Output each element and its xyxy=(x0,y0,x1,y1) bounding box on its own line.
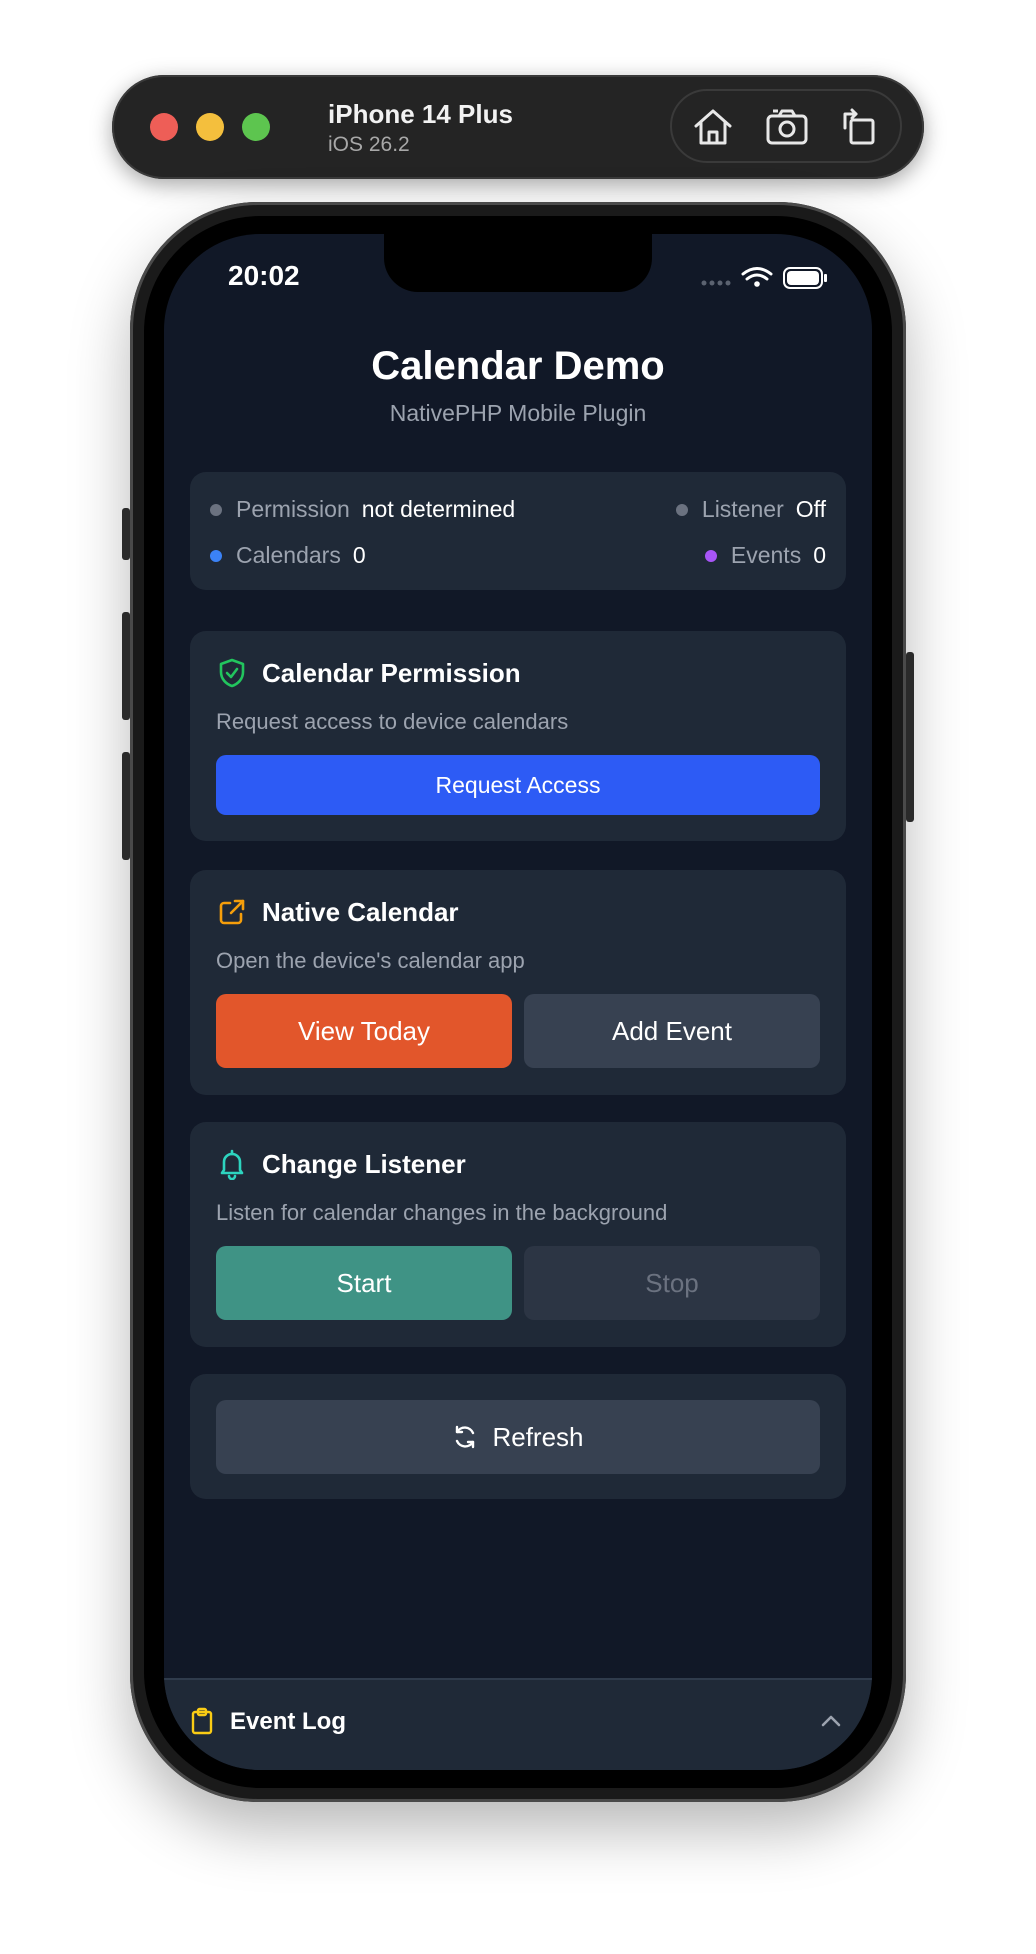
change-listener-card: Change Listener Listen for calendar chan… xyxy=(190,1122,846,1347)
calendar-permission-card: Calendar Permission Request access to de… xyxy=(190,631,846,841)
permission-status: Permission not determined xyxy=(210,496,515,523)
listener-status-dot xyxy=(675,503,688,516)
native-calendar-card: Native Calendar Open the device's calend… xyxy=(190,870,846,1095)
app-screen: 20:02 Calendar Demo NativePHP Mobile Plu… xyxy=(164,234,872,1770)
calendars-count-label: Calendars xyxy=(236,542,341,568)
chevron-up-icon[interactable] xyxy=(820,1714,842,1728)
device-name: iPhone 14 Plus xyxy=(328,99,513,129)
clipboard-icon xyxy=(191,1707,213,1735)
screenshot-icon xyxy=(766,109,808,145)
os-version: iOS 26.2 xyxy=(328,133,410,156)
simulator-toolbar: iPhone 14 Plus iOS 26.2 xyxy=(112,75,924,179)
home-icon xyxy=(694,109,732,145)
wifi-icon xyxy=(741,267,773,287)
change-listener-title: Change Listener xyxy=(262,1148,466,1179)
native-calendar-description: Open the device's calendar app xyxy=(216,948,525,973)
refresh-icon xyxy=(456,1425,475,1449)
battery-icon xyxy=(783,267,827,289)
rotate-icon xyxy=(843,108,875,145)
zoom-window-button[interactable] xyxy=(242,113,270,141)
add-event-button[interactable]: Add Event xyxy=(524,994,820,1068)
calendars-count-dot xyxy=(210,549,222,562)
calendar-permission-title: Calendar Permission xyxy=(262,657,521,688)
close-window-button[interactable] xyxy=(150,113,178,141)
request-access-button[interactable]: Request Access xyxy=(216,755,820,815)
events-count-label: Events xyxy=(730,542,802,568)
start-listener-button[interactable]: Start xyxy=(216,1246,512,1320)
page-title: Calendar Demo xyxy=(371,344,665,388)
calendars-count: Calendars 0 xyxy=(210,542,366,569)
cellular-signal-icon xyxy=(701,280,731,286)
notch xyxy=(384,234,652,292)
event-log-bar[interactable]: Event Log xyxy=(164,1678,872,1770)
change-listener-description: Listen for calendar changes in the backg… xyxy=(216,1200,668,1225)
view-today-button[interactable]: View Today xyxy=(216,994,512,1068)
calendars-count-value: 0 xyxy=(352,542,366,568)
events-count-dot xyxy=(704,549,717,562)
listener-status: Listener Off xyxy=(675,496,826,523)
event-log-label: Event Log xyxy=(230,1708,347,1735)
events-count: Events 0 xyxy=(704,542,826,569)
volume-up-button xyxy=(122,612,130,720)
listener-status-label: Listener xyxy=(701,496,784,522)
change-listener-header: Change Listener xyxy=(216,1148,466,1180)
power-button xyxy=(906,652,914,822)
status-time: 20:02 xyxy=(228,260,300,291)
home-button[interactable] xyxy=(688,102,738,152)
page-subtitle: NativePHP Mobile Plugin xyxy=(389,400,647,426)
refresh-card: Refresh xyxy=(190,1374,846,1499)
refresh-label: Refresh xyxy=(492,1421,584,1452)
permission-status-value: not determined xyxy=(361,496,516,522)
listener-status-value: Off xyxy=(795,496,826,522)
events-count-value: 0 xyxy=(813,542,826,568)
permission-status-dot xyxy=(210,503,222,516)
refresh-button[interactable]: Refresh xyxy=(216,1400,820,1474)
calendar-permission-header: Calendar Permission xyxy=(216,657,521,689)
calendar-permission-description: Request access to device calendars xyxy=(216,709,569,734)
shield-check-icon xyxy=(219,658,245,688)
native-calendar-title: Native Calendar xyxy=(262,896,459,927)
action-button xyxy=(122,508,130,560)
stop-listener-button[interactable]: Stop xyxy=(524,1246,820,1320)
screenshot-button[interactable] xyxy=(762,102,812,152)
simulator-tools xyxy=(670,89,902,163)
native-calendar-header: Native Calendar xyxy=(216,896,459,928)
permission-status-label: Permission xyxy=(236,496,350,522)
status-icons xyxy=(701,267,827,289)
volume-down-button xyxy=(122,752,130,860)
external-link-icon xyxy=(219,899,245,925)
bell-icon xyxy=(220,1149,244,1180)
rotate-button[interactable] xyxy=(834,102,884,152)
status-summary-card: Permission not determined Listener Off C… xyxy=(190,472,846,590)
minimize-window-button[interactable] xyxy=(196,113,224,141)
